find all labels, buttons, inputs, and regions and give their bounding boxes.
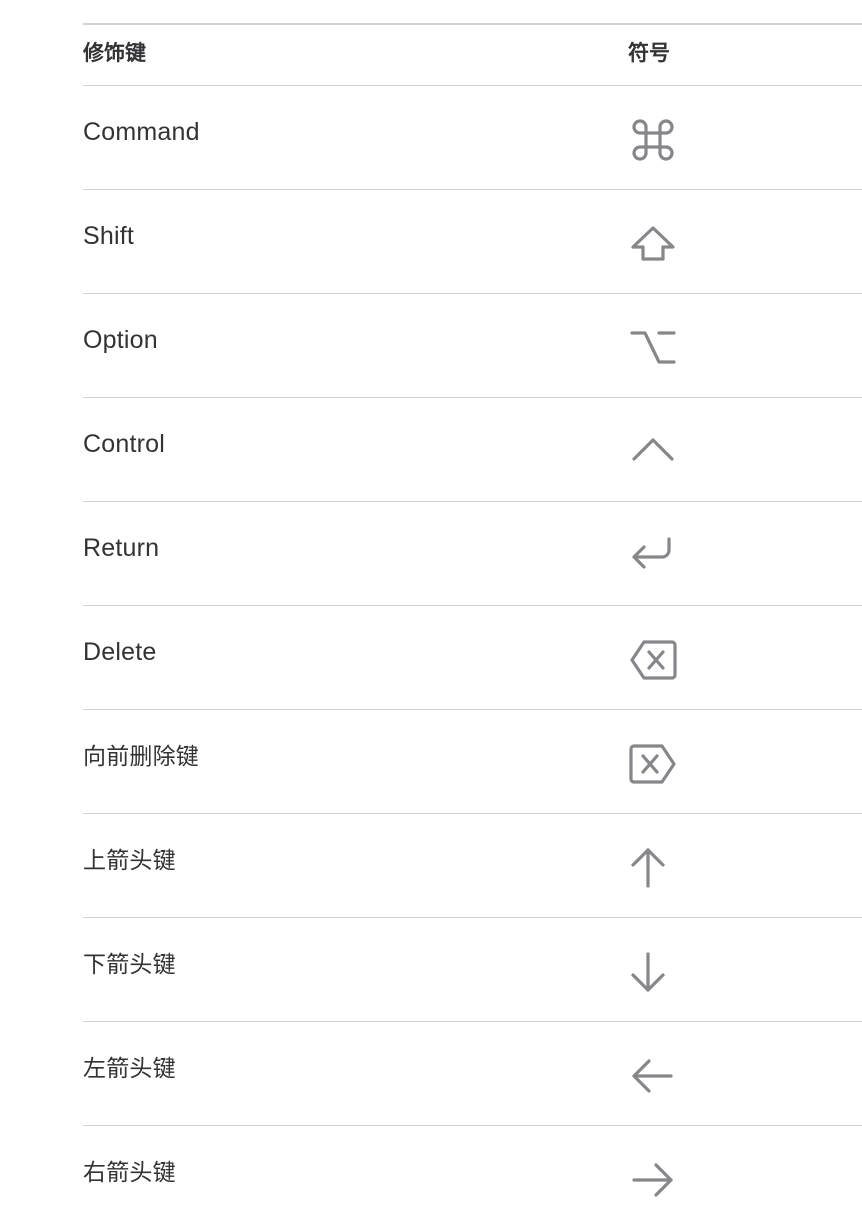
column-header-modifier-key: 修饰键: [83, 42, 146, 65]
option-icon: [628, 324, 678, 372]
key-name: Control: [83, 430, 165, 458]
table-row: Command: [83, 86, 862, 190]
table-row: 右箭头键: [83, 1126, 862, 1229]
table-row: Option: [83, 294, 862, 398]
return-icon: [628, 532, 678, 580]
shift-icon: [628, 220, 678, 268]
column-header-symbol: 符号: [628, 42, 670, 65]
key-name: 右箭头键: [83, 1159, 176, 1185]
key-name: Option: [83, 326, 158, 354]
modifier-keys-table: 修饰键 符号 Command Shift Option Control Retu…: [83, 23, 862, 1229]
control-icon: [628, 428, 678, 476]
key-name: Delete: [83, 638, 157, 666]
table-row: 左箭头键: [83, 1022, 862, 1126]
forward-delete-icon: [628, 740, 678, 788]
key-name: 下箭头键: [83, 951, 176, 977]
key-name: Shift: [83, 222, 135, 250]
table-row: Return: [83, 502, 862, 606]
up-arrow-icon: [628, 844, 678, 892]
table-row: 下箭头键: [83, 918, 862, 1022]
key-name: 向前删除键: [83, 743, 199, 769]
table-row: Delete: [83, 606, 862, 710]
key-name: Command: [83, 118, 200, 146]
table-header: 修饰键 符号: [83, 25, 862, 86]
down-arrow-icon: [628, 948, 678, 996]
table-row: Shift: [83, 190, 862, 294]
command-icon: [628, 116, 678, 164]
right-arrow-icon: [628, 1156, 678, 1204]
table-row: 上箭头键: [83, 814, 862, 918]
left-arrow-icon: [628, 1052, 678, 1100]
key-name: 上箭头键: [83, 847, 176, 873]
key-name: Return: [83, 534, 160, 562]
delete-icon: [628, 636, 678, 684]
table-row: Control: [83, 398, 862, 502]
key-name: 左箭头键: [83, 1055, 176, 1081]
table-row: 向前删除键: [83, 710, 862, 814]
